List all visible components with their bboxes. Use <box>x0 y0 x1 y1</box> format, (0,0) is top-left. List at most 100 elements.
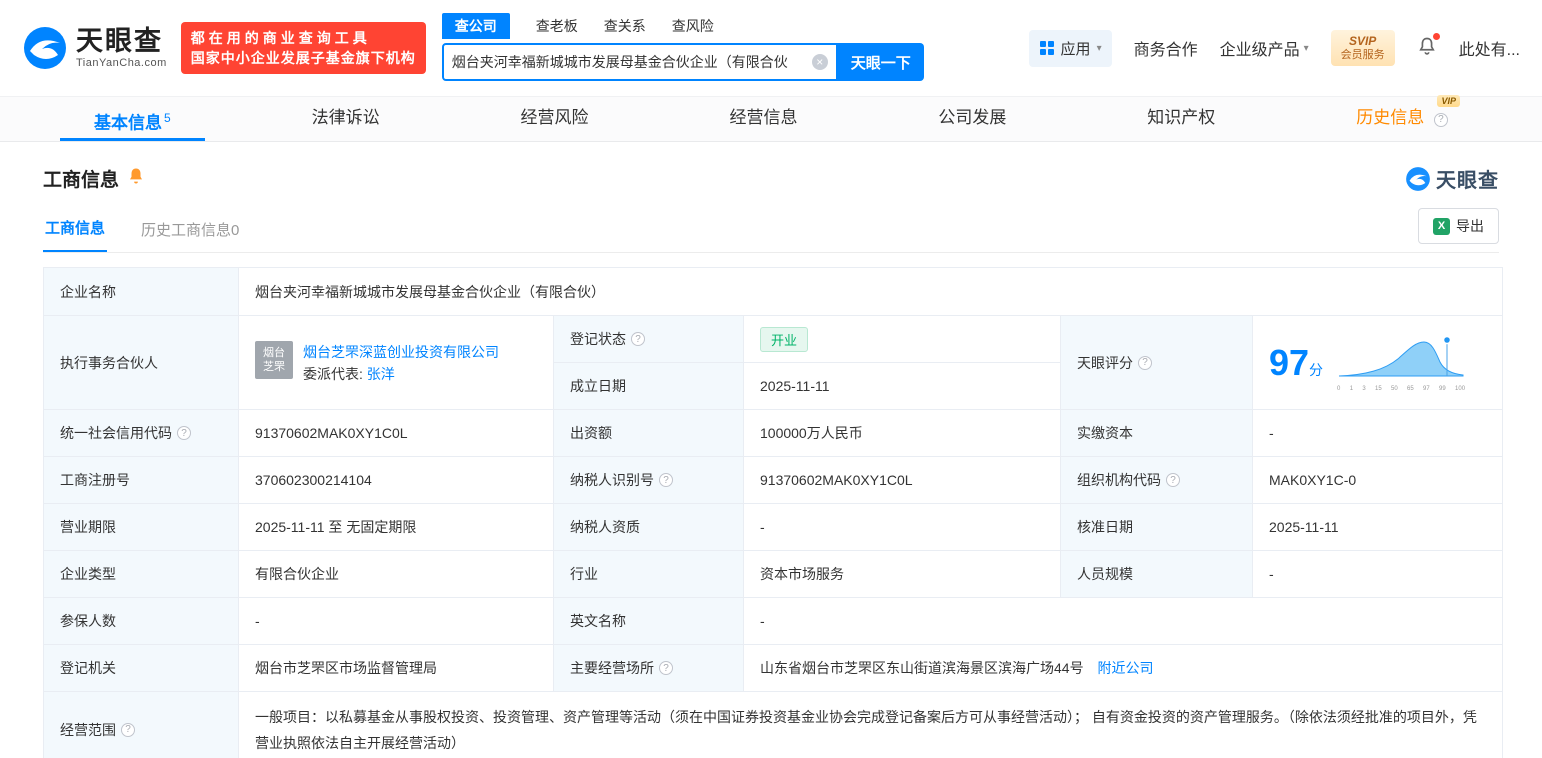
tab-legal-proceedings[interactable]: 法律诉讼 <box>278 97 414 141</box>
partner-company-link[interactable]: 烟台芝罘深蓝创业投资有限公司 <box>303 344 499 360</box>
table-row: 统一社会信用代码? 91370602MAK0XY1C0L 出资额 100000万… <box>44 410 1503 457</box>
tab-history-info[interactable]: VIP 历史信息 ? <box>1322 97 1482 141</box>
help-icon[interactable]: ? <box>121 723 135 737</box>
delegate-label: 委派代表: <box>303 366 363 382</box>
registration-authority-value: 烟台市芝罘区市场监督管理局 <box>239 645 554 692</box>
search-tab-boss[interactable]: 查老板 <box>536 13 578 39</box>
tianyancha-wave-icon <box>22 25 68 71</box>
taxpayer-qualification-value: - <box>744 504 1061 551</box>
industry-label: 行业 <box>554 551 744 598</box>
enterprise-products-link[interactable]: 企业级产品 ▾ <box>1220 36 1309 60</box>
tab-operating-risk[interactable]: 经营风险 <box>487 97 623 141</box>
brand-name: 天眼查 <box>76 28 167 55</box>
score-cell: 97分 0131550659799100 <box>1253 316 1503 410</box>
capital-value: 100000万人民币 <box>744 410 1061 457</box>
nearby-companies-link[interactable]: 附近公司 <box>1097 660 1153 676</box>
user-menu[interactable]: 此处有... <box>1459 36 1520 60</box>
table-row: 登记机关 烟台市芝罘区市场监督管理局 主要经营场所? 山东省烟台市芝罘区东山街道… <box>44 645 1503 692</box>
tab-intellectual-property[interactable]: 知识产权 <box>1113 97 1249 141</box>
executive-partner-cell: 烟台 芝罘 烟台芝罘深蓝创业投资有限公司 委派代表: 张洋 <box>239 316 554 410</box>
tab-basic-info[interactable]: 基本信息5 <box>60 97 205 141</box>
insured-count-label: 参保人数 <box>44 598 239 645</box>
page: 天眼查 TianYanCha.com 都在用的商业查询工具 国家中小企业发展子基… <box>0 0 1542 758</box>
notification-bell[interactable] <box>1417 36 1437 61</box>
search-block: 查公司 查老板 查关系 查风险 × 天眼一下 <box>442 15 924 81</box>
business-cooperation-link[interactable]: 商务合作 <box>1134 36 1198 60</box>
tab-company-development[interactable]: 公司发展 <box>904 97 1040 141</box>
table-row: 企业名称 烟台夹河幸福新城城市发展母基金合伙企业（有限合伙） <box>44 268 1503 316</box>
business-scope-value: 一般项目：以私募基金从事股权投资、投资管理、资产管理等活动（须在中国证券投资基金… <box>239 692 1503 758</box>
delegate-link[interactable]: 张洋 <box>367 366 395 382</box>
registration-number-label: 工商注册号 <box>44 457 239 504</box>
help-icon[interactable]: ? <box>1166 473 1180 487</box>
table-row: 执行事务合伙人 烟台 芝罘 烟台芝罘深蓝创业投资有限公司 委派代表: 张洋 <box>44 316 1503 363</box>
taxpayer-id-label: 纳税人识别号? <box>554 457 744 504</box>
search-input[interactable] <box>452 54 812 70</box>
caret-down-icon: ▾ <box>1304 43 1309 54</box>
table-row: 参保人数 - 英文名称 - <box>44 598 1503 645</box>
search-tab-risk[interactable]: 查风险 <box>672 13 714 39</box>
top-header: 天眼查 TianYanCha.com 都在用的商业查询工具 国家中小企业发展子基… <box>0 0 1542 96</box>
staff-size-value: - <box>1253 551 1503 598</box>
table-row: 工商注册号 370602300214104 纳税人识别号? 91370602MA… <box>44 457 1503 504</box>
business-address-label: 主要经营场所? <box>554 645 744 692</box>
business-address-value: 山东省烟台市芝罘区东山街道滨海景区滨海广场44号 <box>760 660 1084 676</box>
score-chart: 0131550659799100 <box>1337 334 1465 392</box>
search-tab-company[interactable]: 查公司 <box>442 13 510 39</box>
promo-banner: 都在用的商业查询工具 国家中小企业发展子基金旗下机构 <box>181 22 426 74</box>
status-badge: 开业 <box>760 327 808 352</box>
export-button[interactable]: X 导出 <box>1418 208 1499 244</box>
main-content: 工商信息 天眼查 工商信息 历史工商信息0 X 导出 <box>0 164 1542 758</box>
table-row: 经营范围? 一般项目：以私募基金从事股权投资、投资管理、资产管理等活动（须在中国… <box>44 692 1503 758</box>
table-row: 企业类型 有限合伙企业 行业 资本市场服务 人员规模 - <box>44 551 1503 598</box>
help-icon[interactable]: ? <box>1434 113 1448 127</box>
clear-search-icon[interactable]: × <box>812 54 828 70</box>
promo-line1: 都在用的商业查询工具 <box>191 28 416 48</box>
partner-logo: 烟台 芝罘 <box>255 341 293 379</box>
score-axis: 0131550659799100 <box>1337 386 1465 392</box>
credit-code-label: 统一社会信用代码? <box>44 410 239 457</box>
score-label: 天眼评分? <box>1061 316 1253 410</box>
search-button[interactable]: 天眼一下 <box>838 43 924 81</box>
svip-sub-label: 会员服务 <box>1341 48 1385 62</box>
company-name-value: 烟台夹河幸福新城城市发展母基金合伙企业（有限合伙） <box>239 268 1503 316</box>
paid-capital-value: - <box>1253 410 1503 457</box>
help-icon[interactable]: ? <box>177 426 191 440</box>
business-address-cell: 山东省烟台市芝罘区东山街道滨海景区滨海广场44号 附近公司 <box>744 645 1503 692</box>
insured-count-value: - <box>239 598 554 645</box>
org-code-label: 组织机构代码? <box>1061 457 1253 504</box>
search-tabs: 查公司 查老板 查关系 查风险 <box>442 15 924 39</box>
score-value: 97 <box>1269 342 1309 383</box>
subtab-business-info[interactable]: 工商信息 <box>43 209 107 252</box>
approval-date-label: 核准日期 <box>1061 504 1253 551</box>
apps-menu[interactable]: 应用 ▾ <box>1029 30 1112 67</box>
search-tab-relation[interactable]: 查关系 <box>604 13 646 39</box>
industry-value: 资本市场服务 <box>744 551 1061 598</box>
brand-domain: TianYanCha.com <box>76 58 167 69</box>
help-icon[interactable]: ? <box>1138 356 1152 370</box>
header-right: 应用 ▾ 商务合作 企业级产品 ▾ SVIP 会员服务 此处有... <box>1029 30 1520 67</box>
registration-authority-label: 登记机关 <box>44 645 239 692</box>
tab-operating-info[interactable]: 经营信息 <box>695 97 831 141</box>
org-code-value: MAK0XY1C-0 <box>1253 457 1503 504</box>
help-icon[interactable]: ? <box>659 473 673 487</box>
business-term-label: 营业期限 <box>44 504 239 551</box>
company-type-label: 企业类型 <box>44 551 239 598</box>
business-scope-label: 经营范围? <box>44 692 239 758</box>
tianyancha-watermark: 天眼查 <box>1405 164 1499 193</box>
company-type-value: 有限合伙企业 <box>239 551 554 598</box>
executive-partner-label: 执行事务合伙人 <box>44 316 239 410</box>
apps-grid-icon <box>1039 40 1055 56</box>
svip-membership-button[interactable]: SVIP 会员服务 <box>1331 30 1395 66</box>
apps-label: 应用 <box>1061 38 1091 59</box>
help-icon[interactable]: ? <box>659 661 673 675</box>
monitor-bell-icon[interactable] <box>127 167 145 190</box>
caret-down-icon: ▾ <box>1097 43 1102 54</box>
tianyancha-logo[interactable]: 天眼查 TianYanCha.com <box>22 25 167 71</box>
company-name-label: 企业名称 <box>44 268 239 316</box>
help-icon[interactable]: ? <box>631 332 645 346</box>
svip-label: SVIP <box>1341 34 1385 48</box>
subtab-history-business-info[interactable]: 历史工商信息0 <box>139 211 241 252</box>
registration-number-value: 370602300214104 <box>239 457 554 504</box>
notification-dot <box>1433 33 1440 40</box>
